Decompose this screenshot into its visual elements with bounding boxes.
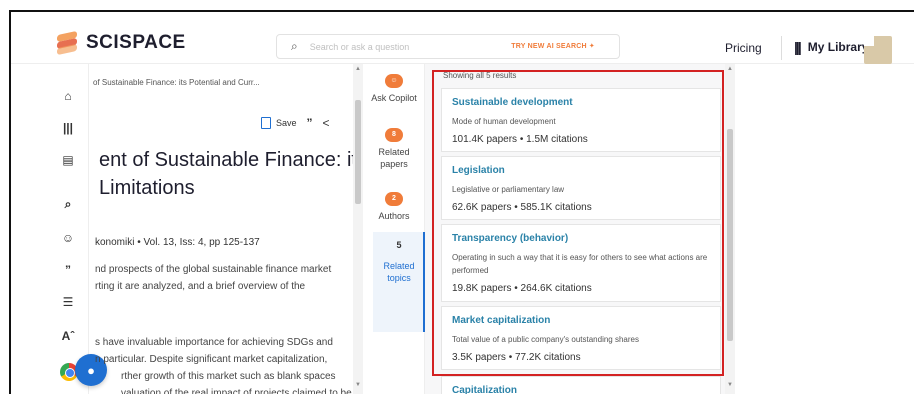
topic-card[interactable]: Sustainable development Mode of human de… <box>441 88 721 152</box>
save-label: Save <box>276 118 297 128</box>
topic-stats: 19.8K papers • 264.6K citations <box>452 283 592 294</box>
topic-description: Mode of human development <box>452 117 556 126</box>
scroll-down-icon[interactable]: ▼ <box>727 382 733 388</box>
abstract-line: nd prospects of the global sustainable f… <box>95 264 332 275</box>
breadcrumb: of Sustainable Finance: its Potential an… <box>93 78 260 87</box>
results-scrollbar[interactable]: ▲ ▼ <box>725 64 735 394</box>
chat-icon[interactable]: ☺ <box>60 230 76 246</box>
paper-panel: of Sustainable Finance: its Potential an… <box>89 64 353 394</box>
library-books-icon: ||| <box>794 39 802 55</box>
abstract-line: n particular. Despite significant market… <box>95 354 328 365</box>
chat-bubble-icon: ☺ <box>385 74 403 88</box>
home-icon[interactable]: ⌂ <box>60 88 76 104</box>
topic-stats: 62.6K papers • 585.1K citations <box>452 202 592 213</box>
try-ai-search-button[interactable]: TRY NEW AI SEARCH ✦ <box>511 42 595 50</box>
topic-title[interactable]: Capitalization <box>452 385 710 394</box>
paper-actions: Save ” < <box>261 116 330 130</box>
copilot-sidebar: ☺ Ask Copilot 8 Related papers 2 Authors… <box>363 64 425 394</box>
topic-card[interactable]: Capitalization <box>441 376 721 394</box>
logo-icon <box>56 30 78 56</box>
topic-description: Total value of a public company's outsta… <box>452 335 639 344</box>
scroll-down-icon[interactable]: ▼ <box>355 382 361 388</box>
related-topics-tab[interactable]: 5 Related topics <box>373 232 425 332</box>
list-icon[interactable]: ☰ <box>60 294 76 310</box>
my-library-button[interactable]: ||| My Library <box>794 39 868 55</box>
paper-meta: konomiki • Vol. 13, Iss: 4, pp 125-137 <box>95 237 260 248</box>
authors-tab[interactable]: 2 Authors <box>363 192 425 222</box>
abstract-line: valuation of the real impact of projects… <box>121 388 352 394</box>
quote-icon[interactable]: ” <box>60 262 76 278</box>
search-icon: ⌕ <box>291 39 298 53</box>
topic-title[interactable]: Legislation <box>452 165 710 176</box>
abstract-part-1: nd prospects of the global sustainable f… <box>95 261 331 295</box>
abstract-part-2: s have invaluable importance for achievi… <box>95 334 352 394</box>
related-papers-label: Related papers <box>378 147 410 169</box>
related-topics-count: 5 <box>396 240 402 250</box>
authors-count: 2 <box>385 192 403 206</box>
related-topics-label: Related topics <box>383 261 415 283</box>
cite-quote-icon[interactable]: ” <box>307 116 313 130</box>
scroll-up-icon[interactable]: ▲ <box>727 66 733 72</box>
save-button[interactable]: Save <box>261 117 297 129</box>
topic-card[interactable]: Market capitalization Total value of a p… <box>441 306 721 370</box>
abstract-line: rther growth of this market such as blan… <box>121 371 336 382</box>
topic-description: Legislative or parliamentary law <box>452 185 565 194</box>
abstract-line: s have invaluable importance for achievi… <box>95 337 333 348</box>
topic-stats: 3.5K papers • 77.2K citations <box>452 352 581 363</box>
share-icon[interactable]: < <box>323 116 330 130</box>
related-papers-tab[interactable]: 8 Related papers <box>363 128 425 170</box>
app-window: SCISPACE ⌕ Search or ask a question TRY … <box>9 10 914 394</box>
brand-name: SCISPACE <box>86 32 186 53</box>
related-papers-count: 8 <box>385 128 403 142</box>
header-divider <box>781 36 782 60</box>
title-line-2: Limitations <box>99 177 195 199</box>
topic-title[interactable]: Sustainable development <box>452 97 710 108</box>
library-icon[interactable]: ||| <box>60 120 76 136</box>
authors-label: Authors <box>378 211 410 221</box>
topic-title[interactable]: Transparency (behavior) <box>452 233 710 244</box>
abstract-line: rting it are analyzed, and a brief overv… <box>95 281 306 292</box>
topic-card[interactable]: Legislation Legislative or parliamentary… <box>441 156 721 220</box>
search-input[interactable]: ⌕ Search or ask a question TRY NEW AI SE… <box>276 34 620 59</box>
title-line-1: ent of Sustainable Finance: its <box>99 149 353 171</box>
scroll-up-icon[interactable]: ▲ <box>355 66 361 72</box>
bookmark-icon <box>261 117 271 129</box>
topic-description: Operating in such a way that it is easy … <box>452 253 708 275</box>
notes-icon[interactable]: ▤ <box>60 152 76 168</box>
translate-icon[interactable]: Aˆ <box>60 328 76 344</box>
scrollbar-thumb[interactable] <box>727 129 733 341</box>
topic-card[interactable]: Transparency (behavior) Operating in suc… <box>441 224 721 302</box>
paper-scrollbar[interactable]: ▲ ▼ <box>353 64 363 394</box>
results-count: Showing all 5 results <box>443 71 517 80</box>
paper-title: ent of Sustainable Finance: its Limitati… <box>99 146 353 202</box>
my-library-label: My Library <box>807 40 869 54</box>
topic-stats: 101.4K papers • 1.5M citations <box>452 134 588 145</box>
search-placeholder: Search or ask a question <box>309 41 410 52</box>
ask-copilot-tab[interactable]: ☺ Ask Copilot <box>363 74 425 104</box>
ask-copilot-label: Ask Copilot <box>371 93 417 103</box>
left-icon-rail: ⌂ ||| ▤ ⌕ ☺ ” ☰ Aˆ <box>11 64 89 394</box>
topic-title[interactable]: Market capitalization <box>452 315 710 326</box>
top-header: SCISPACE ⌕ Search or ask a question TRY … <box>11 12 914 64</box>
search-icon[interactable]: ⌕ <box>60 196 76 212</box>
scispace-logo[interactable]: SCISPACE <box>56 30 186 56</box>
user-avatar[interactable] <box>864 36 892 64</box>
scrollbar-thumb[interactable] <box>355 100 361 204</box>
related-topics-results: Showing all 5 results Sustainable develo… <box>425 64 725 394</box>
pricing-link[interactable]: Pricing <box>725 41 762 55</box>
